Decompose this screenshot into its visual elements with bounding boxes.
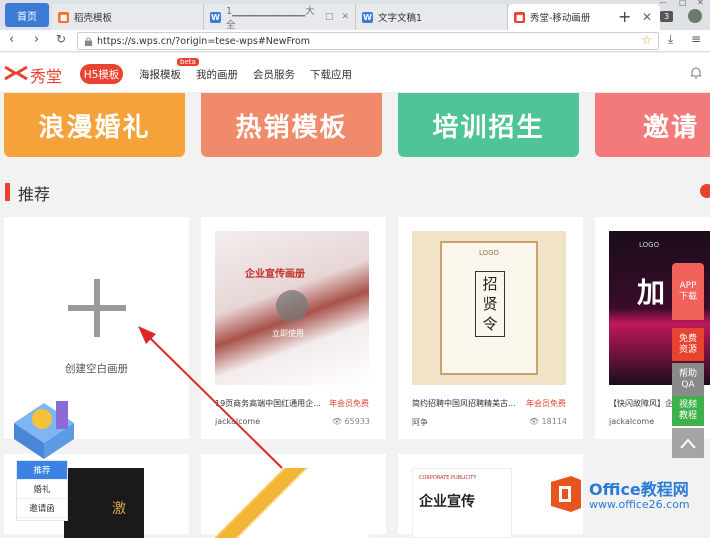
side-button-label: 免费 资源 <box>678 333 697 355</box>
side-button-label: APP 下载 <box>678 280 697 302</box>
category-invitation[interactable]: 邀请函 <box>17 499 67 518</box>
chevron-up-icon <box>680 438 696 449</box>
office-logo-icon <box>551 476 581 512</box>
watermark-brand: Office教程网 <box>589 480 689 499</box>
category-illustration-icon <box>14 401 74 459</box>
watermark: Office教程网 www.office26.com <box>545 470 710 521</box>
side-button-label: 视频 教程 <box>678 400 697 421</box>
category-wedding[interactable]: 婚礼 <box>17 480 67 499</box>
side-button-label: 帮助 QA <box>678 368 697 390</box>
category-menu: 推荐 婚礼 邀请函 <box>16 460 68 521</box>
annotation-arrow <box>138 326 283 469</box>
video-tutorial-button[interactable]: 视频 教程 <box>672 396 704 426</box>
back-to-top-button[interactable] <box>672 428 704 458</box>
app-download-button[interactable]: APP 下载 <box>672 263 704 320</box>
watermark-url: www.office26.com <box>589 498 690 511</box>
help-qa-button[interactable]: 帮助 QA <box>672 363 704 396</box>
free-resources-button[interactable]: 免费 资源 <box>672 328 704 361</box>
category-recommend[interactable]: 推荐 <box>17 461 67 480</box>
